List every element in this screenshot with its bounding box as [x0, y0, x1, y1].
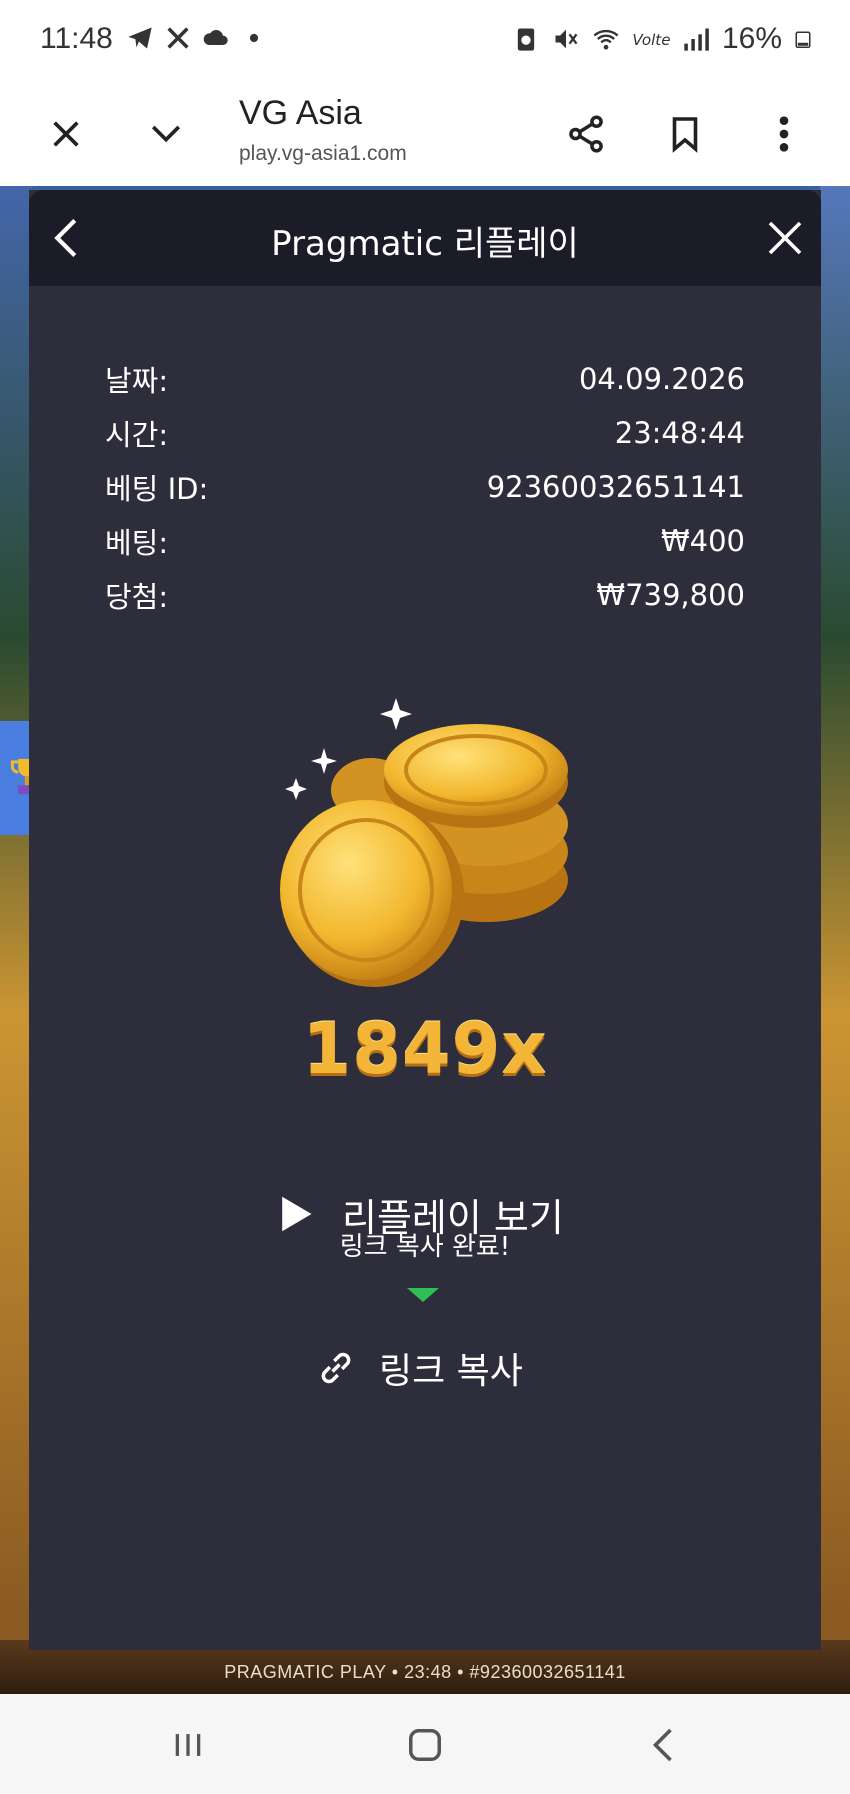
more-options-button[interactable]	[756, 106, 812, 162]
gold-coins-image	[280, 698, 568, 987]
info-row-bet: 베팅: ₩400	[105, 514, 745, 568]
volte-icon: Volte	[632, 31, 670, 49]
info-label: 시간:	[105, 418, 169, 452]
bookmark-icon	[672, 117, 698, 153]
battery-icon	[795, 31, 811, 48]
win-multiplier: 1849x	[302, 1008, 548, 1090]
share-icon	[569, 115, 603, 153]
close-tab-button[interactable]	[38, 106, 94, 162]
modal-title: Pragmatic 리플레이	[271, 224, 579, 264]
recent-apps-button[interactable]	[158, 1720, 218, 1770]
recent-apps-icon	[175, 1734, 201, 1756]
dot-icon	[249, 33, 259, 43]
nav-back-button[interactable]	[633, 1720, 693, 1770]
modal-header: Pragmatic 리플레이	[29, 190, 821, 286]
info-label: 베팅:	[105, 526, 169, 560]
info-value: 23:48:44	[614, 416, 745, 450]
home-icon	[409, 1729, 441, 1761]
info-label: 날짜:	[105, 364, 169, 398]
game-left-edge	[0, 186, 32, 1694]
bookmark-button[interactable]	[657, 106, 713, 162]
status-time: 11:48	[40, 22, 113, 55]
info-value: 04.09.2026	[578, 362, 745, 396]
copy-link-label: 링크 복사	[379, 1351, 523, 1392]
page-url: play.vg-asia1.com	[239, 142, 407, 165]
link-copied-toast: 링크 복사 완료!	[339, 1232, 511, 1262]
info-value: ₩739,800	[596, 578, 745, 612]
game-right-edge	[820, 186, 850, 1694]
chevron-down-icon	[151, 125, 181, 143]
signal-icon	[684, 28, 709, 51]
game-footer-text: PRAGMATIC PLAY • 23:48 • #92360032651141	[224, 1662, 626, 1682]
info-label: 당첨:	[105, 580, 169, 614]
battery-saver-icon	[517, 28, 535, 51]
share-button[interactable]	[558, 106, 614, 162]
back-icon	[652, 1728, 672, 1762]
info-row-bet-id: 베팅 ID: 92360032651141	[105, 460, 745, 514]
mute-icon	[555, 29, 578, 49]
battery-percent: 16%	[721, 22, 782, 55]
info-row-date: 날짜: 04.09.2026	[105, 352, 745, 406]
info-row-win: 당첨: ₩739,800	[105, 568, 745, 622]
browser-toolbar: VG Asia play.vg-asia1.com	[0, 80, 850, 187]
modal-close-button[interactable]	[757, 210, 813, 266]
close-icon	[768, 221, 802, 255]
cloud-icon	[203, 30, 228, 45]
info-label: 베팅 ID:	[105, 472, 209, 506]
page-title: VG Asia	[239, 94, 362, 132]
replay-modal: Pragmatic 리플레이 날짜: 04.09.2026 시간: 23:48:…	[29, 190, 821, 1650]
info-row-time: 시간: 23:48:44	[105, 406, 745, 460]
home-button[interactable]	[395, 1720, 455, 1770]
info-value: 92360032651141	[486, 470, 745, 504]
tools-icon	[167, 27, 189, 49]
close-icon	[53, 121, 79, 147]
info-value: ₩400	[660, 524, 745, 558]
more-vertical-icon	[779, 116, 789, 152]
minimize-tab-button[interactable]	[138, 106, 194, 162]
copy-link-button[interactable]: 링크 복사	[315, 1340, 523, 1396]
svg-text:Volte: Volte	[632, 31, 670, 49]
link-icon	[321, 1352, 351, 1384]
status-bar: 11:48 Volte 16%	[0, 0, 850, 80]
telegram-icon	[128, 27, 152, 49]
toast-arrow	[407, 1288, 439, 1302]
bet-info: 날짜: 04.09.2026 시간: 23:48:44 베팅 ID: 92360…	[105, 352, 745, 622]
navigation-bar	[0, 1694, 850, 1794]
wifi-icon	[593, 29, 619, 50]
